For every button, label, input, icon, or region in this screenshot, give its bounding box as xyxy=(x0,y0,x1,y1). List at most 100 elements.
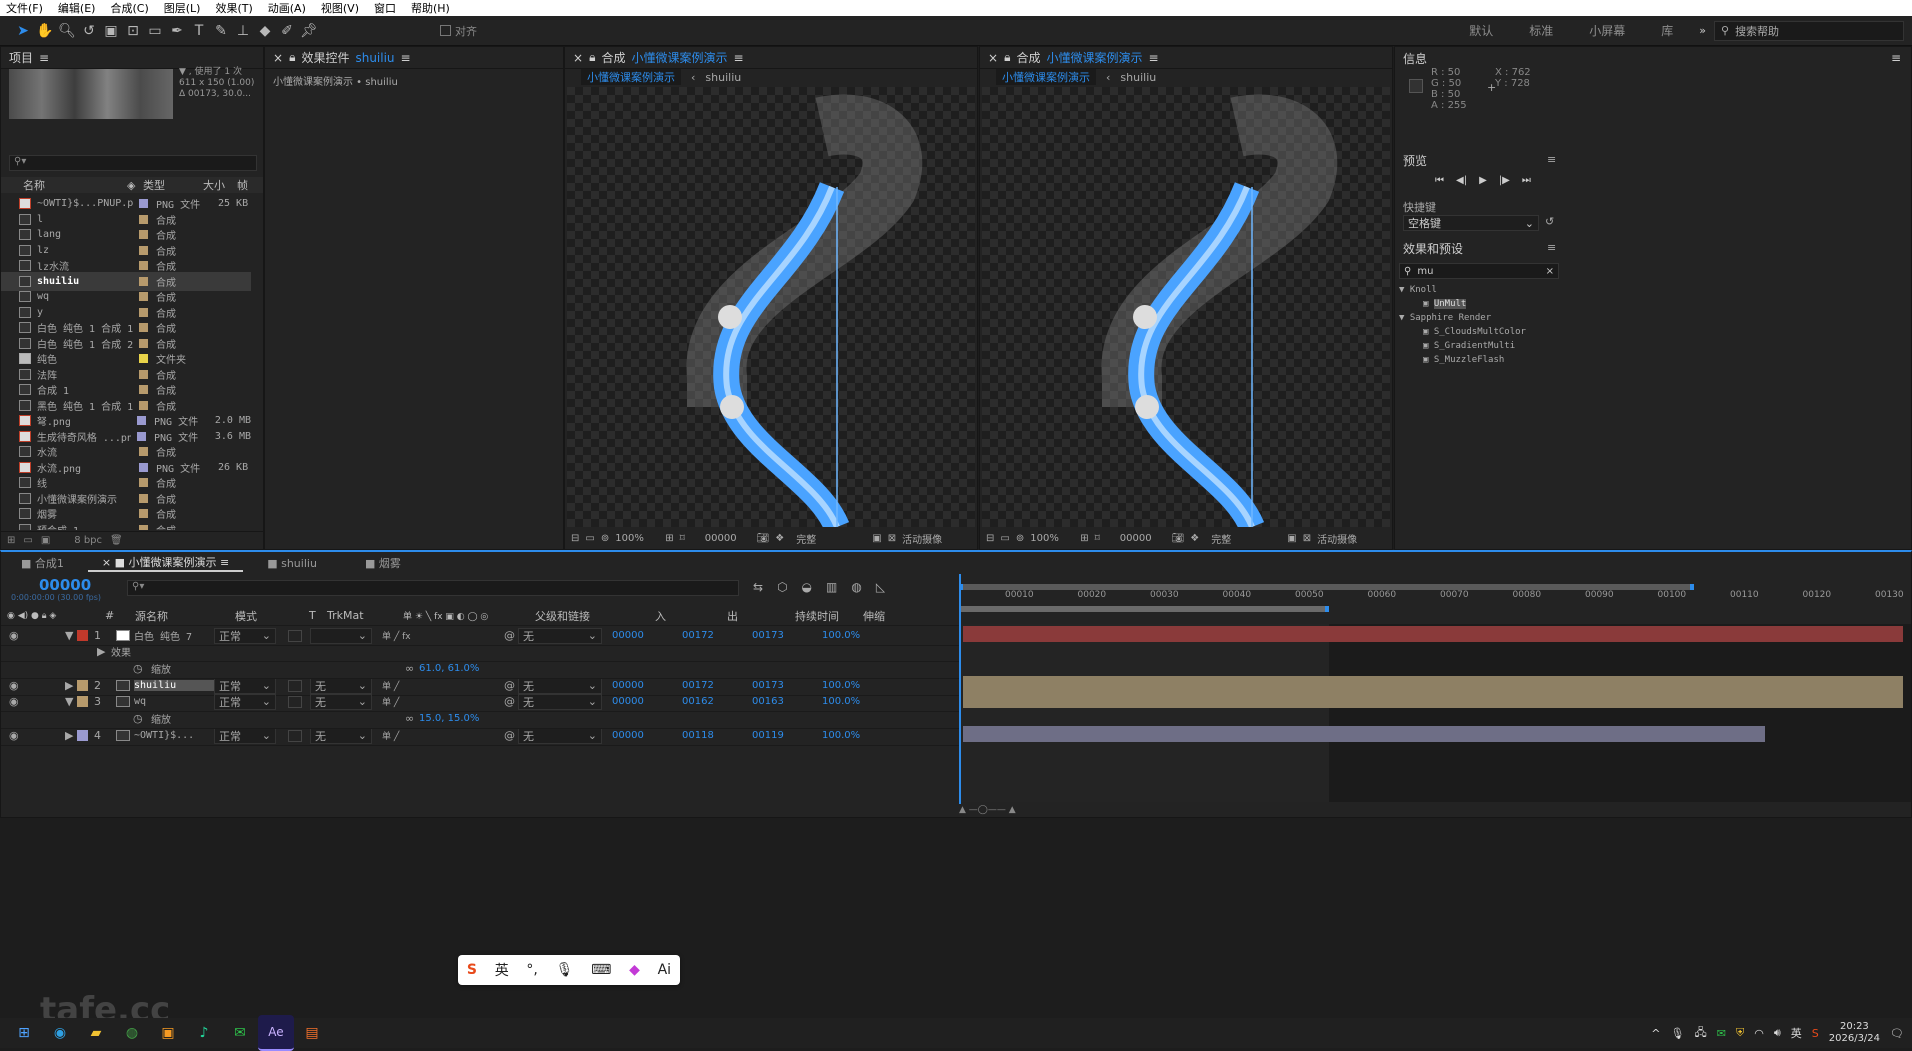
transparency-icon[interactable]: ⊠ xyxy=(1303,533,1311,544)
col-out[interactable]: 出 xyxy=(727,608,795,624)
col-mode[interactable]: 模式 xyxy=(235,608,309,624)
menu-item-3[interactable]: 图层(L) xyxy=(158,0,210,16)
type-tool-icon[interactable]: T xyxy=(188,20,210,42)
panel-menu-icon[interactable]: ≡ xyxy=(1547,241,1556,254)
layer-in[interactable]: 00000 xyxy=(612,630,682,641)
color-icon[interactable]: ❖ xyxy=(775,533,784,544)
viewer-tab-active[interactable]: 小懂微课案例演示 xyxy=(996,69,1096,85)
layer-in[interactable]: 00000 xyxy=(612,680,682,691)
toggle-icon[interactable]: ▣ xyxy=(872,533,881,544)
layer-search[interactable]: ⚲▾ xyxy=(127,580,739,596)
help-search[interactable]: ⚲ 搜索帮助 xyxy=(1714,20,1904,41)
ime-mode[interactable]: 英 xyxy=(495,960,509,980)
label-swatch[interactable] xyxy=(139,524,148,530)
puppet-tool-icon[interactable]: 📌︎ xyxy=(298,20,320,42)
viewer-time[interactable]: 00000 xyxy=(705,533,737,544)
label-swatch[interactable] xyxy=(139,369,148,379)
preserve-transparency[interactable] xyxy=(288,695,302,708)
layer-name[interactable]: wq xyxy=(134,696,214,707)
label-swatch[interactable] xyxy=(139,400,148,410)
edge-browser-icon[interactable]: ◉ xyxy=(42,1015,78,1051)
panel-menu-icon[interactable]: ≡ xyxy=(1148,51,1158,65)
layer-in[interactable]: 00000 xyxy=(612,696,682,707)
wifi-icon[interactable]: ◠ xyxy=(1754,1027,1764,1040)
eye-icon[interactable]: ◉ xyxy=(9,695,65,708)
app-icon[interactable]: ▤ xyxy=(294,1015,330,1051)
panel-menu-icon[interactable]: ≡ xyxy=(39,51,49,65)
label-swatch[interactable] xyxy=(139,354,148,363)
layer-stretch[interactable]: 100.0% xyxy=(822,680,860,691)
after-effects-icon[interactable]: Ae xyxy=(258,1015,294,1051)
col-trkmat[interactable]: TrkMat xyxy=(327,609,403,622)
col-frame[interactable]: 帧 xyxy=(237,177,248,193)
label-swatch[interactable] xyxy=(139,292,148,301)
workspace-library[interactable]: 库 xyxy=(1643,22,1691,39)
region-icon[interactable]: ⌑ xyxy=(680,533,685,544)
layer-stretch[interactable]: 100.0% xyxy=(822,696,860,707)
eye-icon[interactable]: ◉ xyxy=(9,729,65,742)
chrome-icon[interactable]: ◍ xyxy=(114,1015,150,1051)
label-swatch[interactable] xyxy=(137,431,146,441)
viewer-title[interactable]: 合成 xyxy=(601,49,625,66)
label-swatch[interactable] xyxy=(139,276,148,286)
timeline-tab-active[interactable]: × ■ 小懂微课案例演示 ≡ xyxy=(87,554,244,572)
current-time[interactable]: 00000 xyxy=(39,576,91,594)
toggle-icon[interactable]: ▣ xyxy=(1287,533,1296,544)
zoom-tool-icon[interactable]: 🔍︎ xyxy=(56,20,78,42)
label-swatch[interactable] xyxy=(139,230,148,239)
label-swatch[interactable] xyxy=(139,199,148,208)
clock[interactable]: 20:23 2026/3/24 xyxy=(1829,1021,1880,1045)
layer-out[interactable]: 00118 xyxy=(682,730,752,741)
layer-row[interactable]: ◉ ▶ 4 ~OWTI}$... 正常 ⌄ 无 ⌄ 单 ╱ @ 无 ⌄ 00000 00118 00119… xyxy=(1,726,959,746)
timeline-tab-comp1[interactable]: ■ 合成1 xyxy=(1,555,88,571)
link-icon[interactable]: ∞ xyxy=(405,662,419,675)
label-swatch[interactable] xyxy=(77,730,88,741)
preserve-transparency[interactable] xyxy=(288,679,302,692)
project-title[interactable]: 项目 xyxy=(9,49,33,66)
col-duration[interactable]: 持续时间 xyxy=(795,608,863,624)
project-item[interactable]: 预合成 1 合成 xyxy=(1,520,251,530)
roto-brush-tool-icon[interactable]: ✐ xyxy=(276,20,298,42)
expand-icon[interactable]: ▶ xyxy=(65,679,77,692)
clone-stamp-tool-icon[interactable]: ⊥ xyxy=(232,20,254,42)
layer-duration[interactable]: 00163 xyxy=(752,696,822,707)
label-swatch[interactable] xyxy=(139,307,148,317)
col-type[interactable]: 类型 xyxy=(143,177,203,193)
layer-out[interactable]: 00162 xyxy=(682,696,752,707)
new-comp-icon[interactable]: ▣ xyxy=(41,535,50,546)
effect-group[interactable]: ▼ Knoll xyxy=(1399,283,1559,297)
viewer-canvas[interactable] xyxy=(567,87,975,527)
align-checkbox[interactable] xyxy=(440,25,451,36)
sogou-tray-icon[interactable]: S xyxy=(1812,1027,1819,1040)
scale-value[interactable]: 15.0, 15.0% xyxy=(419,713,479,724)
quality-select[interactable]: 完整 xyxy=(1211,531,1281,546)
menu-item-2[interactable]: 合成(C) xyxy=(104,0,157,16)
info-title[interactable]: 信息 xyxy=(1403,50,1427,67)
trkmat-select[interactable]: 无 ⌄ xyxy=(310,693,372,710)
next-frame-icon[interactable]: |▶ xyxy=(1499,175,1510,186)
effects-group-label[interactable]: 效果 xyxy=(111,644,131,659)
eye-icon[interactable]: ◉ xyxy=(9,629,65,642)
selection-tool-icon[interactable]: ➤ xyxy=(12,20,34,42)
workspace-default[interactable]: 默认 xyxy=(1451,22,1511,39)
label-swatch[interactable] xyxy=(139,509,148,518)
pan-behind-tool-icon[interactable]: ⊡ xyxy=(122,20,144,42)
preserve-transparency[interactable] xyxy=(288,629,302,642)
chevron-up-icon[interactable]: ^ xyxy=(1651,1027,1660,1040)
new-folder-icon[interactable]: ▭ xyxy=(23,535,32,546)
panel-menu-icon[interactable]: ≡ xyxy=(401,51,411,65)
pickwhip-icon[interactable]: @ xyxy=(504,729,518,742)
panel-menu-icon[interactable]: ≡ xyxy=(733,51,743,65)
expand-icon[interactable]: ▶ xyxy=(65,729,77,742)
layer-duration[interactable]: 00173 xyxy=(752,630,822,641)
col-name[interactable]: 名称 xyxy=(23,177,127,193)
wechat-tray-icon[interactable]: ✉ xyxy=(1717,1027,1726,1040)
effect-item[interactable]: ▣ UnMult xyxy=(1399,297,1559,311)
effect-group[interactable]: ▼ Sapphire Render xyxy=(1399,311,1559,325)
viewer-tab-other[interactable]: shuiliu xyxy=(705,71,741,84)
eraser-tool-icon[interactable]: ◆ xyxy=(254,20,276,42)
menu-item-5[interactable]: 动画(A) xyxy=(262,0,315,16)
play-icon[interactable]: ▶ xyxy=(1479,175,1487,186)
pickwhip-icon[interactable]: @ xyxy=(504,679,518,692)
playhead[interactable] xyxy=(959,574,961,804)
